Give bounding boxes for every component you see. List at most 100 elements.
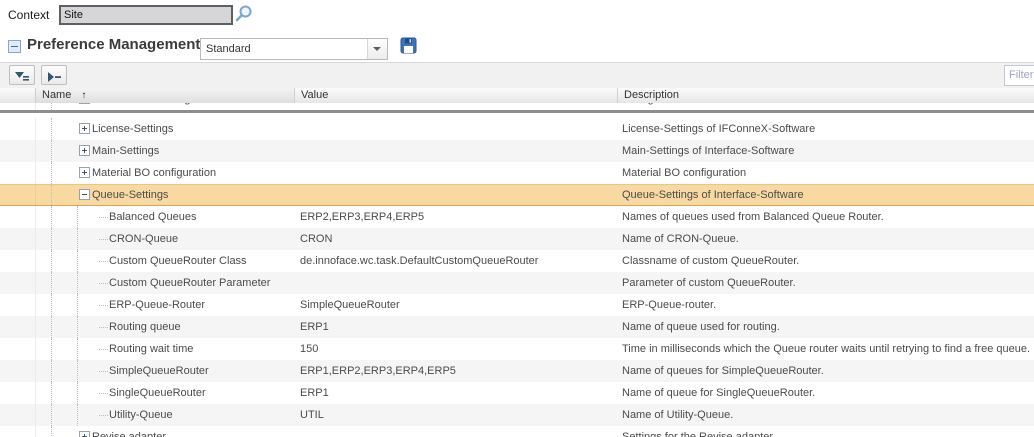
row-name-cell: SingleQueueRouter: [36, 382, 295, 404]
row-numberer-cell: [0, 382, 36, 404]
tree-guide-line: [51, 426, 52, 437]
row-name-cell: Balanced Queues: [36, 206, 295, 228]
tree-guide-line: [77, 360, 78, 382]
tree-elbow-line: [99, 393, 108, 394]
table-row[interactable]: ERP-Queue-RouterSimpleQueueRouterERP-Que…: [0, 294, 1034, 316]
expand-node-icon[interactable]: [79, 123, 90, 134]
filter-funnel-icon: [10, 71, 34, 83]
row-name-label: Main-Settings: [92, 140, 159, 162]
filter-settings-button[interactable]: [9, 65, 35, 85]
tree-guide-line: [77, 272, 78, 294]
row-description-cell: Name of queues for SimpleQueueRouter.: [618, 360, 1034, 382]
tree-guide-line: [51, 360, 52, 382]
table-row[interactable]: License-SettingsLicense-Settings of IFCo…: [0, 118, 1034, 140]
tree-guide-line: [51, 316, 52, 338]
tree-guide-line: [77, 228, 78, 250]
column-header-name[interactable]: Name ↑: [36, 88, 295, 103]
row-name-cell: ERP-Queue-Router: [36, 294, 295, 316]
row-name-cell: Custom QueueRouter Class: [36, 250, 295, 272]
row-value-cell: ERP2,ERP3,ERP4,ERP5: [295, 206, 618, 228]
clipped-row-bottom: Revise adapter Settings for the Revise ad…: [0, 426, 1034, 437]
table-row[interactable]: SingleQueueRouterERP1Name of queue for S…: [0, 382, 1034, 404]
table-row[interactable]: Main-SettingsMain-Settings of Interface-…: [0, 140, 1034, 162]
row-name-cell: E-Mail values configuration: [36, 103, 295, 110]
tree-elbow-line: [99, 261, 108, 262]
row-description-cell: License-Settings of IFConneX-Software: [618, 118, 1034, 140]
row-name-cell: Queue-Settings: [36, 185, 295, 205]
row-description-cell: Configuration of E-Mail values: [618, 103, 1034, 110]
panel-collapse-icon[interactable]: [8, 40, 21, 53]
tree-guide-line: [77, 294, 78, 316]
table-row[interactable]: Utility-QueueUTILName of Utility-Queue.: [0, 404, 1034, 426]
column-header-value[interactable]: Value: [295, 88, 618, 103]
row-description-cell: Classname of custom QueueRouter.: [618, 250, 1034, 272]
tree-guide-line: [51, 118, 52, 140]
row-description-cell: Settings for the Revise adapter: [618, 426, 1034, 437]
table-row[interactable]: Revise adapter Settings for the Revise ad…: [0, 426, 1034, 437]
table-row[interactable]: Routing queueERP1Name of queue used for …: [0, 316, 1034, 338]
chevron-down-icon: [373, 47, 381, 51]
tree-guide-line: [77, 382, 78, 404]
row-value-cell: [295, 140, 618, 162]
tree-elbow-line: [99, 371, 108, 372]
save-button[interactable]: [399, 37, 417, 55]
row-description-cell: Time in milliseconds which the Queue rou…: [618, 338, 1034, 360]
tree-guide-line: [77, 250, 78, 272]
sort-asc-icon: ↑: [81, 90, 86, 101]
row-description-cell: Queue-Settings of Interface-Software: [618, 185, 1034, 205]
row-name-cell: Utility-Queue: [36, 404, 295, 426]
row-name-cell: Revise adapter: [36, 426, 295, 437]
expand-node-icon[interactable]: [79, 431, 90, 437]
tree-elbow-line: [99, 217, 108, 218]
tree-elbow-line: [99, 349, 108, 350]
expand-node-icon[interactable]: [79, 145, 90, 156]
row-value-cell: [295, 272, 618, 294]
context-input[interactable]: Site: [59, 5, 233, 25]
context-label: Context: [8, 8, 49, 22]
tree-guide-line: [77, 338, 78, 360]
table-row[interactable]: Balanced QueuesERP2,ERP3,ERP4,ERP5Names …: [0, 206, 1034, 228]
row-name-label: Balanced Queues: [109, 206, 196, 228]
row-numberer-cell: [0, 426, 36, 437]
tree-guide-line: [51, 140, 52, 162]
row-numberer-cell: [0, 185, 36, 205]
collapse-all-button[interactable]: [41, 65, 67, 85]
row-numberer-cell: [0, 250, 36, 272]
tree-guide-line: [51, 250, 52, 272]
row-value-cell: de.innoface.wc.task.DefaultCustomQueueRo…: [295, 250, 618, 272]
row-name-label: SimpleQueueRouter: [109, 360, 209, 382]
row-name-cell: CRON-Queue: [36, 228, 295, 250]
row-numberer-cell: [0, 103, 36, 110]
table-row[interactable]: SimpleQueueRouterERP1,ERP2,ERP3,ERP4,ERP…: [0, 360, 1034, 382]
row-numberer-cell: [0, 206, 36, 228]
table-row[interactable]: Material BO configurationMaterial BO con…: [0, 162, 1034, 184]
row-description-cell: Name of CRON-Queue.: [618, 228, 1034, 250]
table-row[interactable]: Custom QueueRouter ParameterParameter of…: [0, 272, 1034, 294]
row-name-label: SingleQueueRouter: [109, 382, 206, 404]
row-numberer-cell: [0, 118, 36, 140]
collapse-node-icon[interactable]: [79, 189, 90, 200]
context-search-button[interactable]: [234, 4, 254, 24]
row-name-label: Routing wait time: [109, 338, 193, 360]
table-row[interactable]: E-Mail values configuration Configuration…: [0, 103, 1034, 110]
row-value-cell: [295, 426, 618, 437]
grid-header: Name ↑ Value Description: [0, 88, 1034, 104]
row-name-label: Material BO configuration: [92, 162, 216, 184]
table-row[interactable]: CRON-QueueCRONName of CRON-Queue.: [0, 228, 1034, 250]
column-header-name-label: Name: [42, 89, 71, 101]
row-value-cell: UTIL: [295, 404, 618, 426]
expand-node-icon[interactable]: [79, 103, 90, 104]
preset-dropdown[interactable]: Standard: [200, 38, 388, 60]
dropdown-trigger[interactable]: [367, 39, 387, 59]
table-row[interactable]: Custom QueueRouter Classde.innoface.wc.t…: [0, 250, 1034, 272]
table-row[interactable]: Routing wait time150Time in milliseconds…: [0, 338, 1034, 360]
expand-node-icon[interactable]: [79, 167, 90, 178]
row-value-cell: [295, 185, 618, 205]
filter-input[interactable]: Filter: [1004, 65, 1034, 86]
tree-guide-line: [77, 404, 78, 426]
row-numberer-cell: [0, 316, 36, 338]
row-description-cell: Name of queue for SingleQueueRouter.: [618, 382, 1034, 404]
column-header-description[interactable]: Description: [618, 88, 1034, 103]
table-row[interactable]: Queue-Settings Queue-Settings of Interfac…: [0, 184, 1034, 206]
row-name-cell: Material BO configuration: [36, 162, 295, 184]
